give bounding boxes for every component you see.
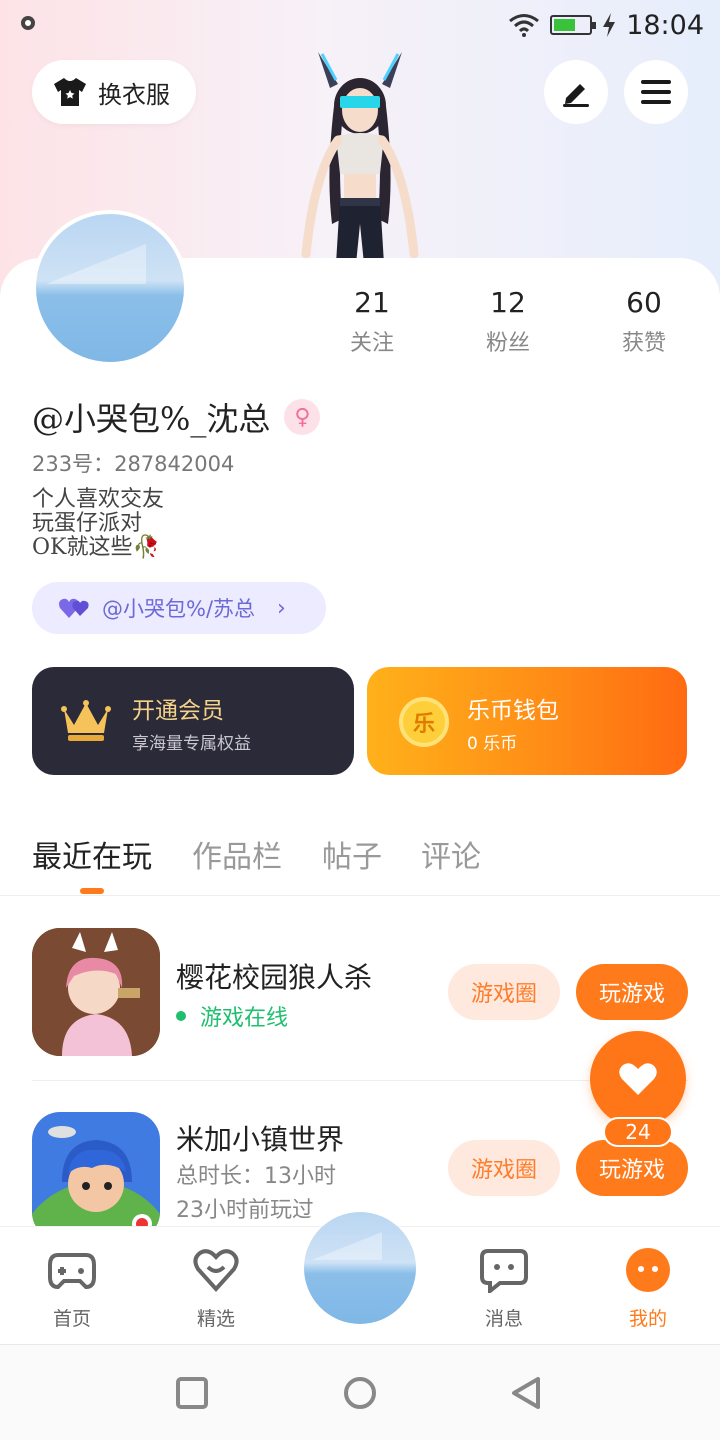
play-game-button[interactable]: 玩游戏	[576, 1140, 688, 1196]
chevron-right-icon: ›	[277, 595, 286, 621]
coin-wallet-card[interactable]: 乐 乐币钱包 0 乐币	[367, 667, 687, 775]
stat-following[interactable]: 21 关注	[312, 286, 432, 357]
bio-line: 个人喜欢交友	[32, 487, 165, 512]
nav-label: 消息	[484, 1308, 523, 1330]
tab-posts[interactable]: 帖子	[322, 832, 382, 876]
wallet-balance: 0 乐币	[467, 734, 518, 754]
play-game-button[interactable]: 玩游戏	[576, 964, 688, 1020]
stat-following-count: 21	[354, 286, 390, 319]
nav-item-featured[interactable]: 精选	[166, 1247, 266, 1331]
nav-label: 精选	[196, 1308, 235, 1330]
username-text: @小哭包%_沈总	[32, 400, 271, 438]
gamepad-icon	[48, 1253, 96, 1290]
bio-line: 玩蛋仔派对	[32, 511, 143, 536]
stat-followers-count: 12	[490, 286, 526, 319]
heart-icon	[619, 1063, 657, 1095]
heart-outline-icon	[193, 1249, 239, 1292]
user-bio: 个人喜欢交友 玩蛋仔派对 OK就这些🥀	[32, 488, 164, 560]
avatar-character-image	[301, 52, 419, 264]
chat-bubble-icon	[480, 1249, 528, 1296]
user-id[interactable]: 233号：287842004	[32, 448, 234, 478]
avatar[interactable]	[32, 210, 188, 366]
game-last-played: 23小时前玩过	[176, 1198, 314, 1223]
stat-likes[interactable]: 60 获赞	[584, 286, 704, 357]
double-heart-icon	[59, 598, 89, 618]
game-status-text: 游戏在线	[200, 1006, 289, 1031]
pen-icon	[563, 84, 589, 107]
game-online-status: 游戏在线	[176, 1000, 288, 1032]
nav-item-messages[interactable]: 消息	[454, 1247, 554, 1331]
nav-item-me[interactable]: 我的	[598, 1247, 698, 1331]
profile-stats: 21 关注 12 粉丝 60 获赞	[300, 286, 720, 366]
nav-label: 首页	[52, 1308, 91, 1330]
stat-followers[interactable]: 12 粉丝	[448, 286, 568, 357]
tab-recently-played[interactable]: 最近在玩	[32, 832, 152, 876]
stat-likes-count: 60	[626, 286, 662, 319]
username: @小哭包%_沈总 ♀	[32, 394, 321, 440]
charging-icon	[603, 13, 616, 37]
vip-title: 开通会员	[132, 698, 224, 724]
bio-line: OK就这些🥀	[32, 535, 160, 560]
home-circle-icon[interactable]	[342, 1375, 378, 1411]
partner-tag-button[interactable]: @小哭包%/苏总 ›	[32, 582, 326, 634]
coin-icon: 乐	[399, 697, 449, 747]
profile-face-icon	[626, 1248, 670, 1292]
game-name[interactable]: 米加小镇世界	[176, 1118, 344, 1158]
change-outfit-button[interactable]: 换衣服	[32, 60, 196, 124]
menu-button[interactable]	[624, 60, 688, 124]
camera-icon	[21, 16, 35, 30]
back-triangle-icon[interactable]	[508, 1375, 544, 1411]
game-icon	[32, 928, 160, 1056]
nav-item-home[interactable]: 首页	[22, 1247, 122, 1331]
status-bar: 18:04	[0, 0, 720, 48]
active-tab-indicator	[80, 888, 104, 894]
vip-subtitle: 享海量专属权益	[132, 734, 251, 754]
profile-tabs: 最近在玩 作品栏 帖子 评论	[0, 826, 720, 896]
tshirt-icon	[54, 78, 86, 106]
hamburger-icon	[641, 80, 671, 104]
floating-heart-button[interactable]	[590, 1031, 686, 1127]
nav-label: 我的	[628, 1308, 667, 1330]
change-outfit-label: 换衣服	[98, 80, 170, 109]
stat-followers-label: 粉丝	[485, 331, 530, 356]
wifi-icon	[509, 14, 540, 37]
stat-likes-label: 获赞	[621, 331, 666, 356]
game-circle-button[interactable]: 游戏圈	[448, 1140, 560, 1196]
crown-icon	[61, 700, 111, 741]
battery-icon	[550, 15, 597, 35]
female-gender-icon: ♀	[284, 399, 321, 435]
center-avatar-button[interactable]	[304, 1212, 416, 1324]
tab-comments[interactable]: 评论	[421, 832, 481, 876]
recent-apps-icon[interactable]	[174, 1375, 210, 1411]
game-icon	[32, 1112, 160, 1240]
partner-tag-label: @小哭包%/苏总	[102, 597, 256, 621]
edit-profile-button[interactable]	[544, 60, 608, 124]
game-name[interactable]: 樱花校园狼人杀	[176, 956, 372, 996]
stat-following-label: 关注	[349, 331, 394, 356]
status-time: 18:04	[626, 9, 704, 41]
wallet-title: 乐币钱包	[467, 698, 559, 724]
heart-count-badge: 24	[603, 1117, 673, 1147]
vip-membership-card[interactable]: 开通会员 享海量专属权益	[32, 667, 354, 775]
game-circle-button[interactable]: 游戏圈	[448, 964, 560, 1020]
tab-works[interactable]: 作品栏	[192, 832, 282, 876]
online-dot-icon	[176, 1011, 186, 1021]
system-navigation-bar	[0, 1344, 720, 1440]
game-total-time: 总时长：13小时	[176, 1164, 336, 1189]
